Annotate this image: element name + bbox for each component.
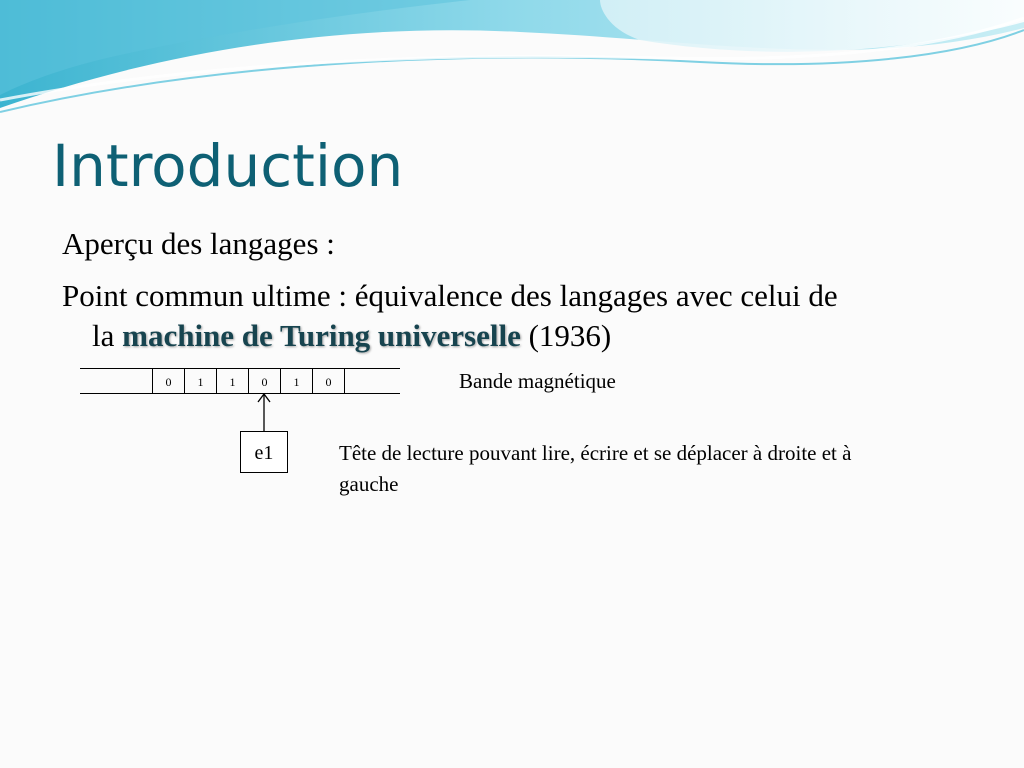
magnetic-tape: 0 1 1 0 1 0	[80, 368, 400, 394]
tape-cell	[112, 369, 144, 393]
bullet-apercu: Aperçu des langages :	[62, 226, 335, 261]
tape-cell: 1	[184, 369, 216, 393]
top-wave-decoration	[0, 0, 1024, 113]
bullet-text-year: (1936)	[528, 318, 612, 353]
tape-cell	[80, 369, 112, 393]
slide-title: Introduction	[52, 132, 404, 200]
read-head-state: e1	[240, 431, 288, 473]
tape-cell: 0	[312, 369, 344, 393]
bullet-point-commun: Point commun ultime : équivalence des la…	[62, 276, 1002, 356]
bullet-text-line1: Point commun ultime : équivalence des la…	[62, 278, 838, 313]
tape-cell	[376, 369, 408, 393]
bullet-continuation: la machine de Turing universelle (1936)	[62, 316, 1002, 356]
head-label: Tête de lecture pouvant lire, écrire et …	[339, 441, 852, 496]
tape-cell: 0	[248, 369, 280, 393]
slide: Introduction Aperçu des langages : Point…	[0, 0, 1024, 768]
tape-cell: 1	[280, 369, 312, 393]
head-arrow-icon	[257, 392, 271, 432]
tape-label: Bande magnétique	[459, 369, 616, 393]
turing-machine-highlight: machine de Turing universelle	[122, 318, 521, 353]
bullet-text-la: la	[92, 318, 115, 353]
tape-cell	[344, 369, 376, 393]
tape-cell: 0	[152, 369, 184, 393]
tape-cell: 1	[216, 369, 248, 393]
